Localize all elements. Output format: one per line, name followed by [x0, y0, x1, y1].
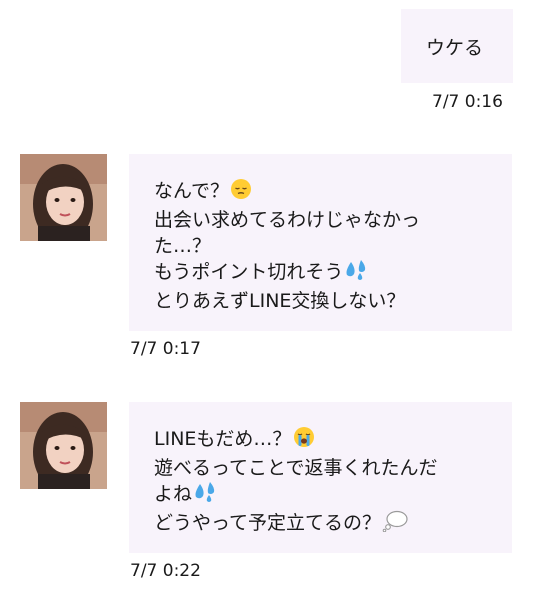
message-bubble-sent[interactable]: ウケる: [401, 9, 513, 83]
message-text: た…？: [154, 235, 212, 257]
message-timestamp: 7/7 0:22: [130, 561, 201, 581]
message-timestamp: 7/7 0:17: [130, 339, 201, 359]
avatar[interactable]: [20, 154, 107, 241]
message-text: 遊べるってことで返事くれたんだ: [154, 457, 438, 479]
message-text: とりあえずLINE交換しない？: [154, 290, 406, 312]
message-bubble-received[interactable]: なんで？ 出会い求めてるわけじゃなかっ た…？ もうポイント切れそう とりあえず…: [129, 154, 512, 331]
message-line: た…？: [154, 233, 512, 259]
message-text: なんで？: [154, 180, 230, 202]
message-line: 遊べるってことで返事くれたんだ: [154, 455, 512, 481]
message-text: どうやって予定立てるの？: [154, 512, 382, 534]
message-timestamp: 7/7 0:16: [432, 92, 503, 112]
message-text: LINEもだめ…？: [154, 428, 292, 450]
message-line: どうやって予定立てるの？: [154, 510, 512, 539]
sweat-droplets-emoji-icon: [344, 259, 368, 288]
message-line: 出会い求めてるわけじゃなかっ: [154, 207, 512, 233]
message-line: なんで？: [154, 178, 512, 207]
loudly-crying-face-emoji-icon: [292, 426, 316, 455]
sweat-droplets-emoji-icon: [193, 481, 217, 510]
pensive-face-emoji-icon: [230, 178, 252, 207]
message-text: もうポイント切れそう: [154, 261, 344, 283]
message-text: 出会い求めてるわけじゃなかっ: [154, 209, 421, 231]
message-line: もうポイント切れそう: [154, 259, 512, 288]
message-text: よね: [154, 483, 193, 505]
message-text: ウケる: [426, 37, 484, 59]
message-line: とりあえずLINE交換しない？: [154, 288, 512, 314]
message-line: LINEもだめ…？: [154, 426, 512, 455]
avatar[interactable]: [20, 402, 107, 489]
message-line: よね: [154, 481, 512, 510]
thought-balloon-emoji-icon: [382, 510, 408, 539]
message-bubble-received[interactable]: LINEもだめ…？ 遊べるってことで返事くれたんだ よね どうやって予定立てるの…: [129, 402, 512, 553]
